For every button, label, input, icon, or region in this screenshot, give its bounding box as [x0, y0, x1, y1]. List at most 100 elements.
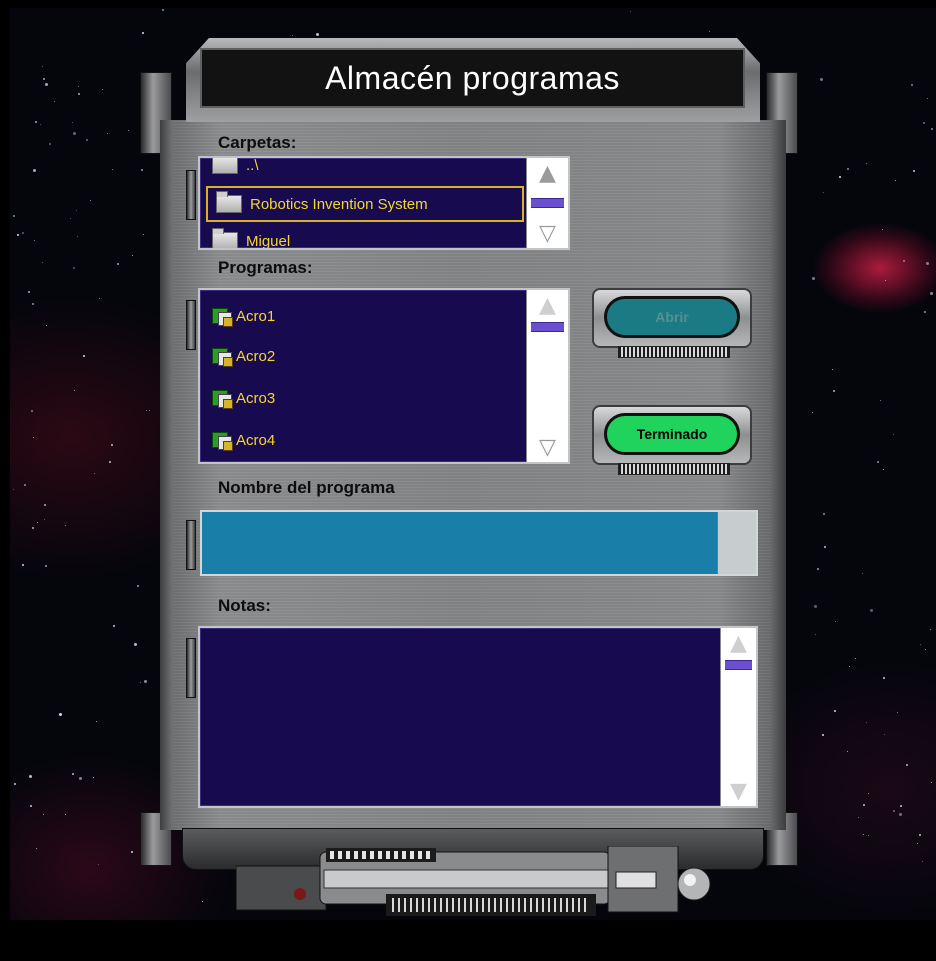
star	[833, 389, 836, 392]
star	[894, 180, 896, 182]
star	[94, 473, 96, 475]
star	[71, 772, 74, 775]
folders-scrollbar[interactable]: ▲ ▽	[526, 158, 568, 248]
arrow-up-icon[interactable]: ▲	[527, 290, 568, 320]
star	[14, 782, 17, 785]
star	[137, 584, 140, 587]
notes-scrollbar[interactable]: ▲ ▼	[720, 628, 756, 806]
folders-bracket	[186, 170, 196, 220]
star	[885, 280, 887, 282]
star	[141, 32, 144, 35]
star	[816, 568, 819, 571]
star	[69, 217, 71, 219]
folders-list[interactable]: ..\ Robotics Invention System Miguel ▲ ▽	[198, 156, 570, 250]
program-label: Acro4	[236, 431, 276, 449]
list-item[interactable]: Acro4	[212, 430, 276, 451]
star	[32, 303, 35, 306]
list-item[interactable]: ..\	[212, 158, 259, 176]
programs-scrollbar[interactable]: ▲ ▽	[526, 290, 568, 462]
arrow-down-icon[interactable]: ▽	[527, 432, 568, 462]
done-button-housing: Terminado	[584, 403, 756, 477]
star	[37, 522, 39, 524]
star	[865, 721, 867, 723]
star	[117, 263, 120, 266]
star	[73, 266, 76, 269]
star	[832, 368, 834, 370]
list-item[interactable]: Acro1	[212, 306, 276, 327]
star	[884, 733, 886, 735]
star	[869, 608, 873, 612]
star	[128, 130, 130, 132]
done-button-grille	[618, 463, 730, 475]
star	[71, 121, 73, 123]
star	[833, 710, 836, 713]
star	[76, 235, 78, 237]
star	[143, 680, 147, 684]
star	[42, 77, 45, 80]
notes-textarea[interactable]: ▲ ▼	[198, 626, 758, 808]
list-item-selected[interactable]: Robotics Invention System	[206, 186, 524, 222]
folder-label: Miguel	[246, 232, 291, 250]
lightsaber-ornament	[236, 846, 711, 916]
done-button-label: Terminado	[636, 426, 708, 442]
star	[919, 834, 922, 837]
list-item[interactable]: Acro2	[212, 346, 276, 367]
star	[868, 792, 870, 794]
star	[862, 572, 864, 574]
star	[75, 210, 77, 212]
arrow-up-icon[interactable]: ▲	[721, 628, 756, 658]
program-name-bracket	[186, 520, 196, 570]
star	[834, 620, 836, 622]
programs-label: Programas:	[218, 258, 313, 277]
star	[140, 681, 142, 683]
list-item[interactable]: Acro3	[212, 388, 275, 409]
star	[854, 658, 856, 660]
done-button[interactable]: Terminado	[604, 413, 740, 455]
notes-label: Notas:	[218, 596, 271, 615]
star	[98, 297, 100, 299]
star	[815, 634, 817, 636]
star	[142, 234, 144, 236]
star	[931, 128, 934, 131]
program-name-field[interactable]	[200, 510, 758, 576]
list-item[interactable]: Miguel	[212, 228, 291, 250]
star	[925, 648, 927, 650]
program-label: Acro1	[236, 307, 276, 325]
star	[109, 460, 112, 463]
star	[898, 813, 902, 817]
program-name-field-cap	[717, 512, 756, 574]
star	[44, 82, 48, 86]
star	[13, 489, 15, 491]
star	[823, 512, 826, 515]
star	[931, 781, 933, 783]
star	[44, 503, 47, 506]
arrow-down-icon[interactable]: ▽	[527, 218, 568, 248]
open-button-housing: Abrir	[584, 286, 756, 360]
star	[65, 814, 67, 816]
arrow-down-icon[interactable]: ▼	[721, 776, 756, 806]
star	[883, 468, 885, 470]
program-label: Acro2	[236, 347, 276, 365]
open-button-grille	[618, 346, 730, 358]
star	[926, 98, 928, 100]
star	[903, 259, 906, 262]
program-name-label: Nombre del programa	[218, 478, 395, 497]
star	[866, 163, 868, 165]
star	[132, 254, 134, 256]
arrow-up-icon[interactable]: ▲	[527, 158, 568, 188]
star	[112, 625, 115, 628]
star	[24, 483, 27, 486]
star	[42, 66, 44, 68]
star	[919, 644, 921, 646]
scroll-thumb[interactable]	[531, 322, 564, 332]
open-button[interactable]: Abrir	[604, 296, 740, 338]
star	[22, 564, 25, 567]
programs-list[interactable]: Acro1 Acro2 Acro3 Acro4 ▲ ▽	[198, 288, 570, 464]
star	[202, 900, 204, 902]
star	[822, 733, 825, 736]
star	[839, 175, 842, 178]
programs-bracket	[186, 300, 196, 350]
program-lock-icon	[212, 306, 233, 327]
scroll-thumb[interactable]	[725, 660, 752, 670]
scroll-thumb[interactable]	[531, 198, 564, 208]
